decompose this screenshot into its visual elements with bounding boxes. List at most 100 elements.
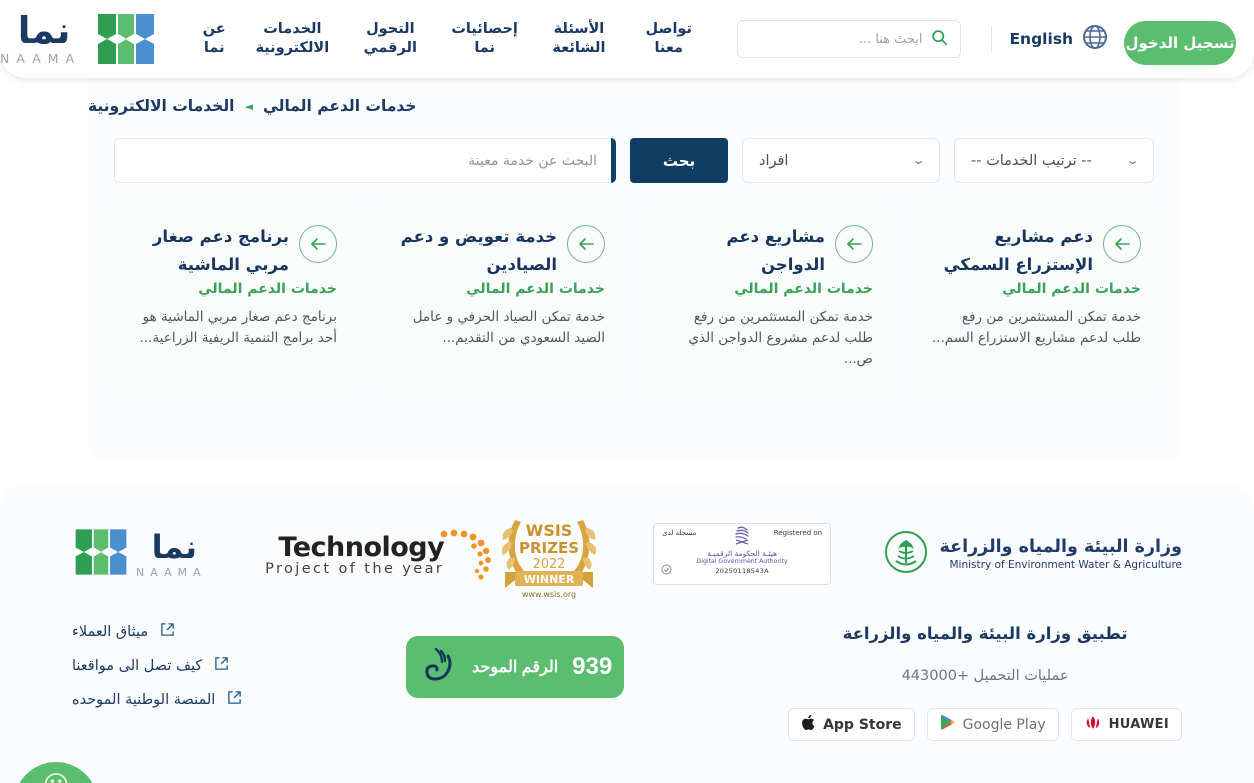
sort-select-value: -- ترتيب الخدمات -- <box>971 152 1092 169</box>
service-card[interactable]: خدمة تعويض و دعم الصيادين خدمات الدعم ال… <box>377 205 622 393</box>
ministry-logo: وزارة البيئة والمياه والزراعة Ministry o… <box>884 530 1182 578</box>
nav-item-about[interactable]: عن نما <box>196 20 232 58</box>
apple-icon <box>801 714 816 735</box>
accessibility-icon: ☺ <box>42 771 69 783</box>
phone-icon <box>418 647 458 688</box>
ministry-name-english: Ministry of Environment Water & Agricult… <box>949 559 1183 571</box>
svg-text:2022: 2022 <box>532 557 565 572</box>
svg-text:WINNER: WINNER <box>523 573 574 586</box>
footer-bottom-row: ميثاق العملاء كيف تصل الى مواقعنا المنصة… <box>0 600 1254 741</box>
footer-brand-arabic: نما <box>151 527 198 566</box>
technology-award-line2: Project of the year <box>265 560 445 577</box>
footer-naama-logo[interactable]: نما NAAMA <box>72 527 213 581</box>
site-header: نما NAAMA عن نما الخدمات الالكترونية الت… <box>0 0 1254 78</box>
globe-icon <box>1082 24 1108 54</box>
breadcrumb: الخدمات الالكترونية ◄ خدمات الدعم المالي <box>88 78 1154 122</box>
language-label: English <box>1009 30 1074 48</box>
header-search <box>736 20 961 58</box>
technology-award-line1: Technology <box>278 531 445 563</box>
header-search-input[interactable] <box>747 31 923 47</box>
chevron-down-icon: ⌄ <box>1125 154 1140 167</box>
dga-registered-english: Registered on <box>773 529 823 537</box>
unified-number-value: 939 <box>572 653 613 680</box>
service-card-title: مشاريع دعم الدواجن <box>726 227 825 274</box>
nav-item-contact[interactable]: تواصل معنا <box>639 20 699 58</box>
header-divider <box>990 26 992 52</box>
service-card[interactable]: مشاريع دعم الدواجن خدمات الدعم المالي خد… <box>645 205 890 393</box>
chevron-down-icon: ⌄ <box>911 154 926 167</box>
services-toolbar: بحث افراد ⌄ -- ترتيب الخدمات -- ⌄ <box>114 138 1154 183</box>
breadcrumb-separator-icon: ◄ <box>244 99 253 113</box>
naama-logo[interactable]: نما NAAMA <box>0 12 158 66</box>
language-switcher[interactable]: English <box>1009 24 1108 54</box>
dga-registration-badge: مسجلة لدى Registered on هيئـة الحكومة ال… <box>653 523 832 585</box>
nav-item-eservices[interactable]: الخدمات الالكترونية <box>254 20 330 58</box>
footer-link-label: المنصة الوطنية الموحده <box>72 691 216 708</box>
breadcrumb-item-eservices[interactable]: الخدمات الالكترونية <box>88 97 235 115</box>
app-download-section: تطبيق وزارة البيئة والمياه والزراعة عملي… <box>788 622 1182 741</box>
arrow-left-icon[interactable] <box>1103 225 1141 263</box>
nav-item-statistics[interactable]: إحصائيات نما <box>450 20 519 58</box>
sort-select[interactable]: -- ترتيب الخدمات -- ⌄ <box>954 138 1154 183</box>
svg-text:WSIS: WSIS <box>525 521 572 540</box>
huawei-icon <box>1084 715 1102 734</box>
service-card-title: دعم مشاريع الإستزراع السمكي <box>943 227 1093 274</box>
check-circle-icon <box>661 560 672 579</box>
google-play-button[interactable]: Google Play <box>926 708 1059 741</box>
services-panel: الخدمات الالكترونية ◄ خدمات الدعم المالي… <box>88 78 1180 460</box>
unified-number-label: الرقم الموحد <box>472 659 559 676</box>
app-downloads-count: عمليات التحميل +443000 <box>901 668 1069 684</box>
ministry-name-arabic: وزارة البيئة والمياه والزراعة <box>939 537 1182 557</box>
service-card-category: خدمات الدعم المالي <box>1002 281 1141 297</box>
arrow-left-icon[interactable] <box>299 225 337 263</box>
footer-logo-row: نما NAAMA Technology Project of the year… <box>0 486 1254 600</box>
svg-text:www.wsis.org: www.wsis.org <box>522 590 576 599</box>
huawei-button[interactable]: HUAWEI <box>1070 708 1182 741</box>
breadcrumb-item-financial-support[interactable]: خدمات الدعم المالي <box>263 97 417 115</box>
dga-authority-arabic: هيئـة الحكومة الرقميـة <box>707 549 777 558</box>
footer-brand-english: NAAMA <box>136 565 207 579</box>
dga-certificate-number: 20250118543A <box>715 567 769 575</box>
footer-link-national-platform[interactable]: المنصة الوطنية الموحده <box>72 690 242 709</box>
unified-number-button[interactable]: الرقم الموحد 939 <box>406 636 625 698</box>
nav-item-digital-transformation[interactable]: التحول الرقمي <box>352 20 428 58</box>
login-button[interactable]: تسجيل الدخول <box>1124 21 1236 65</box>
wsis-prize-badge: WSIS PRIZES 2022 WINNER www.wsis.org <box>497 508 601 600</box>
svg-text:PRIZES: PRIZES <box>519 539 579 557</box>
service-search-input[interactable] <box>133 152 597 169</box>
service-card-description: خدمة تمكن المستثمرين من رفع طلب لدعم مشر… <box>688 309 873 367</box>
app-store-badges: App Store Google Play HUAWEI <box>788 708 1182 741</box>
site-footer: نما NAAMA Technology Project of the year… <box>0 486 1254 783</box>
dga-registered-arabic: مسجلة لدى <box>662 529 697 537</box>
technology-award-logo: Technology Project of the year <box>265 529 492 580</box>
app-store-button[interactable]: App Store <box>788 708 915 741</box>
service-card-category: خدمات الدعم المالي <box>466 281 605 297</box>
service-card-description: برنامج دعم صغار مربي الماشية هو أحد برام… <box>139 309 337 346</box>
search-icon[interactable] <box>931 29 948 50</box>
footer-links: ميثاق العملاء كيف تصل الى مواقعنا المنصة… <box>72 622 242 709</box>
footer-link-locations[interactable]: كيف تصل الى مواقعنا <box>72 656 229 675</box>
palm-swords-emblem-icon <box>884 530 928 578</box>
service-search-field[interactable] <box>114 138 616 183</box>
app-store-label: App Store <box>823 716 902 733</box>
arrow-left-icon[interactable] <box>835 225 873 263</box>
arrow-left-icon[interactable] <box>567 225 605 263</box>
naama-logo-mark <box>94 12 158 66</box>
technology-dots-icon <box>436 528 496 590</box>
footer-link-customer-charter[interactable]: ميثاق العملاء <box>72 622 175 641</box>
service-card[interactable]: برنامج دعم صغار مربي الماشية خدمات الدعم… <box>109 205 354 393</box>
google-play-icon <box>940 714 956 735</box>
nav-item-faq[interactable]: الأسئلة الشائعة <box>541 20 617 58</box>
huawei-label: HUAWEI <box>1108 717 1169 732</box>
search-button[interactable]: بحث <box>630 138 728 183</box>
external-link-icon <box>160 622 175 641</box>
service-cards-list: برنامج دعم صغار مربي الماشية خدمات الدعم… <box>109 205 1159 393</box>
footer-link-label: كيف تصل الى مواقعنا <box>72 657 203 674</box>
brand-name-english: NAAMA <box>0 51 82 67</box>
external-link-icon <box>214 656 229 675</box>
service-card-title: برنامج دعم صغار مربي الماشية <box>152 227 289 274</box>
service-card[interactable]: دعم مشاريع الإستزراع السمكي خدمات الدعم … <box>913 205 1158 393</box>
audience-select[interactable]: افراد ⌄ <box>742 138 940 183</box>
external-link-icon <box>227 690 242 709</box>
service-card-description: خدمة تمكن المستثمرين من رفع طلب لدعم مشا… <box>931 309 1141 346</box>
